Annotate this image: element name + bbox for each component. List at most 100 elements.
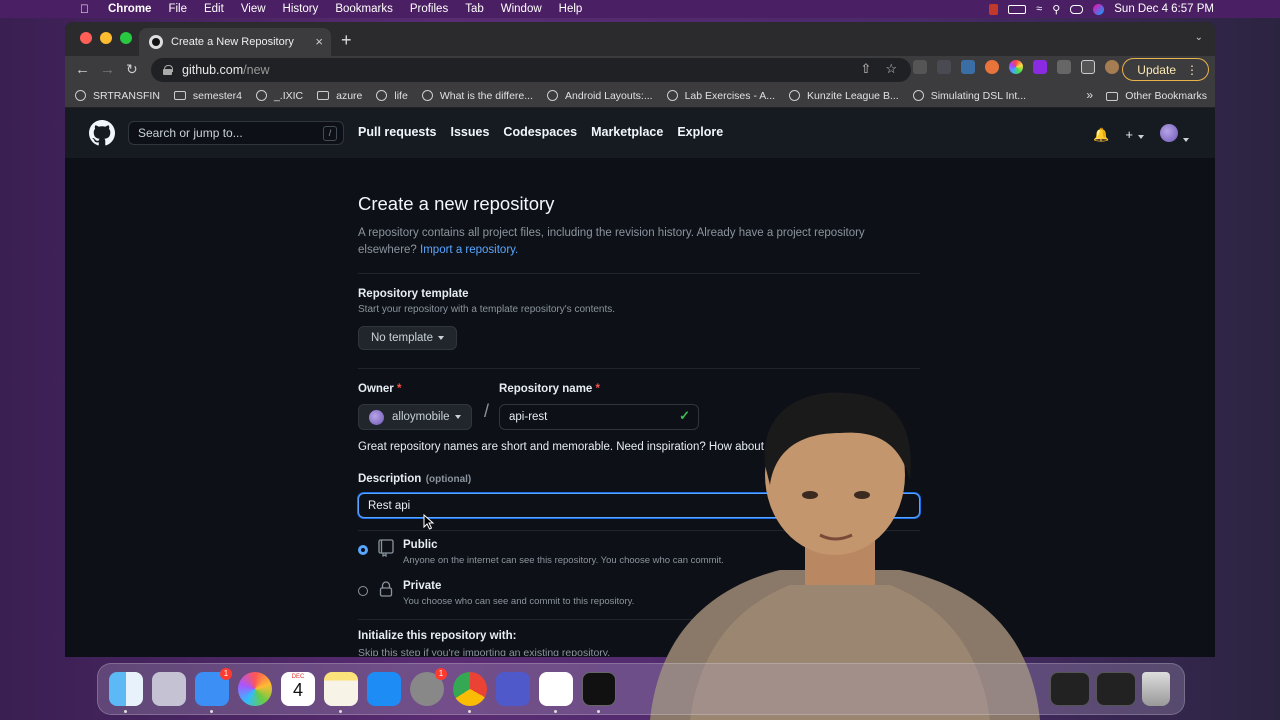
window-thumbnail-icon[interactable] — [1050, 672, 1090, 706]
address-bar[interactable]: github.com/new ⇧ ☆ — [151, 58, 911, 82]
new-tab-icon[interactable]: + — [341, 30, 352, 51]
github-logo-icon[interactable] — [89, 120, 115, 146]
puzzle-extensions-icon[interactable] — [1057, 60, 1071, 74]
chevron-down-icon — [454, 415, 461, 419]
notes-icon[interactable] — [324, 672, 358, 706]
cursor-extension-icon[interactable] — [961, 60, 975, 74]
template-subtext: Start your repository with a template re… — [358, 304, 616, 315]
status-app-icon[interactable] — [989, 3, 999, 15]
bookmark-item[interactable]: SRTRANSFIN — [75, 90, 160, 102]
window-thumbnail-icon[interactable] — [1096, 672, 1136, 706]
tab-active[interactable]: Create a New Repository × — [139, 28, 331, 56]
notifications-bell-icon[interactable]: 🔔 — [1093, 127, 1109, 143]
wifi-icon[interactable]: ≈ — [1036, 3, 1042, 15]
calendar-icon[interactable]: DEC 4 — [281, 672, 315, 706]
repo-name-value: api-rest — [509, 411, 548, 423]
kebab-menu-icon[interactable]: ⋮ — [1186, 63, 1198, 77]
bracket-extension-icon[interactable] — [937, 60, 951, 74]
github-header: Search or jump to... / Pull requests Iss… — [65, 108, 1215, 158]
more-bookmarks-icon[interactable]: » — [1086, 88, 1093, 102]
private-radio[interactable] — [358, 586, 368, 596]
menu-profiles[interactable]: Profiles — [410, 3, 448, 15]
zoom-window-button[interactable] — [120, 32, 132, 44]
menu-history[interactable]: History — [283, 3, 319, 15]
public-radio[interactable] — [358, 545, 368, 555]
folder-icon — [317, 91, 330, 100]
bookmark-item[interactable]: life — [376, 90, 408, 102]
update-button[interactable]: Update ⋮ — [1122, 58, 1209, 81]
app-store-icon[interactable] — [367, 672, 401, 706]
launchpad-icon[interactable] — [152, 672, 186, 706]
color-extension-icon[interactable] — [1009, 60, 1023, 74]
terminal-icon[interactable] — [582, 672, 616, 706]
back-icon[interactable]: ← — [75, 61, 90, 78]
create-new-plus-icon[interactable]: + — [1125, 127, 1144, 142]
trash-icon[interactable] — [1142, 672, 1170, 706]
photos-icon[interactable] — [238, 672, 272, 706]
bookmark-label: Simulating DSL Int... — [930, 89, 1027, 102]
bookmark-item[interactable]: _.IXIC — [255, 90, 303, 102]
chrome-icon[interactable] — [453, 672, 487, 706]
nav-issues[interactable]: Issues — [451, 125, 490, 139]
clock-text[interactable]: Sun Dec 4 6:57 PM — [1114, 3, 1214, 15]
orange-extension-icon[interactable] — [985, 60, 999, 74]
minimize-window-button[interactable] — [100, 32, 112, 44]
nav-pull-requests[interactable]: Pull requests — [358, 125, 437, 139]
nav-explore[interactable]: Explore — [677, 125, 723, 139]
reload-icon[interactable]: ↻ — [126, 61, 138, 78]
pen-extension-icon[interactable] — [913, 60, 927, 74]
bookmark-item[interactable]: Kunzite League B... — [789, 90, 899, 102]
divider — [358, 273, 920, 274]
menu-edit[interactable]: Edit — [204, 3, 224, 15]
lock-icon[interactable] — [163, 65, 173, 75]
sidepanel-icon[interactable] — [1081, 60, 1095, 74]
slack-icon[interactable] — [539, 672, 573, 706]
finder-icon[interactable] — [109, 672, 143, 706]
profile-avatar-icon[interactable] — [1105, 60, 1119, 74]
forward-icon[interactable]: → — [100, 61, 115, 78]
search-input[interactable]: Search or jump to... / — [128, 121, 344, 145]
menu-view[interactable]: View — [241, 3, 266, 15]
nav-codespaces[interactable]: Codespaces — [503, 125, 577, 139]
battery-icon[interactable] — [1008, 4, 1027, 14]
nav-marketplace[interactable]: Marketplace — [591, 125, 663, 139]
bookmark-item[interactable]: Lab Exercises - A... — [666, 90, 775, 102]
tab-search-icon[interactable]: ⌄ — [1195, 32, 1203, 43]
template-select-button[interactable]: No template — [358, 326, 458, 350]
bookmark-star-icon[interactable]: ☆ — [885, 61, 897, 77]
control-center-icon[interactable] — [1070, 4, 1084, 14]
share-icon[interactable]: ⇧ — [860, 61, 871, 77]
user-menu[interactable] — [1160, 124, 1189, 145]
import-repository-link[interactable]: Import a repository. — [420, 244, 518, 256]
globe-icon — [421, 90, 433, 101]
close-tab-icon[interactable]: × — [315, 34, 323, 49]
bookmarks-bar: SRTRANSFIN semester4 _.IXIC azure life W… — [65, 84, 1215, 108]
bookmark-folder[interactable]: azure — [317, 90, 362, 102]
menu-app-name[interactable]: Chrome — [108, 3, 151, 15]
menu-bookmarks[interactable]: Bookmarks — [335, 3, 393, 15]
siri-icon[interactable] — [1093, 3, 1105, 15]
bookmark-label: Kunzite League B... — [807, 89, 899, 102]
owner-select-button[interactable]: alloymobile — [358, 404, 472, 430]
menu-file[interactable]: File — [168, 3, 187, 15]
window-controls — [80, 32, 132, 44]
teams-icon[interactable] — [496, 672, 530, 706]
apple-icon[interactable]:  — [80, 2, 89, 16]
owner-avatar — [369, 409, 384, 425]
bookmark-item[interactable]: Simulating DSL Int... — [912, 89, 1027, 102]
bookmark-item[interactable]: Android Layouts:... — [547, 90, 653, 102]
other-bookmarks[interactable]: Other Bookmarks — [1106, 90, 1207, 102]
running-indicator — [339, 710, 342, 713]
close-window-button[interactable] — [80, 32, 92, 44]
spotlight-icon[interactable]: ⚲ — [1052, 3, 1060, 16]
bookmark-item[interactable]: What is the differe... — [421, 90, 533, 102]
template-label: Repository template — [358, 288, 469, 300]
search-shortcut-key: / — [323, 126, 337, 141]
menu-tab[interactable]: Tab — [465, 3, 484, 15]
menu-window[interactable]: Window — [501, 3, 542, 15]
purple-extension-icon[interactable] — [1033, 60, 1047, 74]
globe-icon — [547, 90, 559, 101]
menu-help[interactable]: Help — [559, 3, 583, 15]
divider — [358, 368, 920, 369]
bookmark-folder[interactable]: semester4 — [173, 90, 242, 102]
